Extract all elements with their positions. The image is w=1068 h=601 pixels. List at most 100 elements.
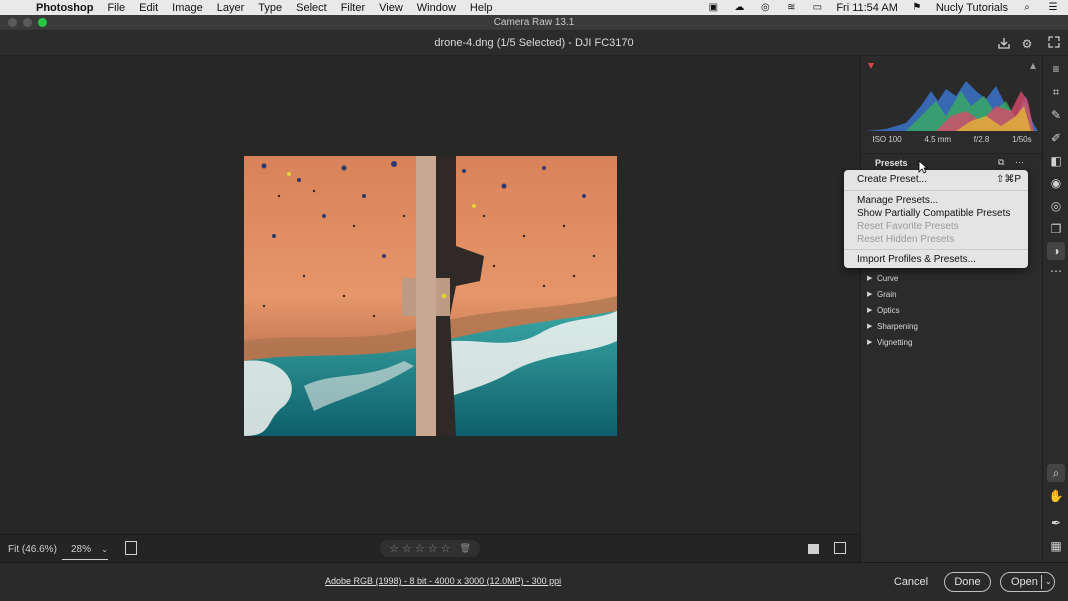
menu-file[interactable]: File [107,2,125,14]
presets-icon[interactable]: ◑ [1047,242,1065,260]
view-status-bar: Fit (46.6%) 28% ⌄ ☆ ☆ ☆ ☆ ☆ 🗑 [0,534,860,562]
photo-preview[interactable] [244,156,617,436]
camera-raw-header: drone-4.dng (1/5 Selected) - DJI FC3170 … [0,31,1068,56]
section-label: Optics [877,305,900,315]
menu-type[interactable]: Type [258,2,282,14]
trash-icon[interactable]: 🗑 [459,543,470,554]
expand-triangle-icon: ▶ [867,323,873,330]
menu-view[interactable]: View [379,2,403,14]
red-eye-icon[interactable]: ◎ [1047,197,1065,215]
chevron-down-icon[interactable]: ⌄ [1045,573,1052,591]
star-icon[interactable]: ☆ [428,542,438,555]
section-grain[interactable]: ▶ Grain [867,286,1037,302]
menu-item-reset-favorite-presets: Reset Favorite Presets [857,221,959,232]
menubar-clock[interactable]: Fri 11:54 AM [836,2,898,14]
menu-item-show-partially-compatible[interactable]: Show Partially Compatible Presets [857,208,1010,219]
exif-iso: ISO 100 [872,135,902,144]
creative-cloud-icon[interactable]: ◎ [758,2,772,13]
close-window-button[interactable] [8,18,17,27]
menu-filter[interactable]: Filter [341,2,365,14]
cancel-button[interactable]: Cancel [888,573,934,591]
fit-zoom-button[interactable]: Fit (46.6%) [8,544,57,555]
save-image-icon[interactable] [996,36,1012,52]
menu-app-name[interactable]: Photoshop [36,2,93,14]
menu-item-manage-presets[interactable]: Manage Presets... [857,195,938,206]
zoom-tool-icon[interactable]: ⌕ [1047,464,1065,482]
button-divider [1041,575,1042,589]
fullscreen-icon[interactable] [1046,36,1062,52]
window-title: Camera Raw 13.1 [493,17,575,28]
filmstrip-toggle-icon[interactable] [125,541,137,555]
expand-triangle-icon: ▶ [867,339,873,346]
more-tools-icon[interactable]: ⋯ [1047,262,1065,280]
flag-icon[interactable]: ⚑ [910,2,924,13]
zoom-level-dropdown[interactable]: 28% ⌄ [62,540,108,560]
workflow-options-link[interactable]: Adobe RGB (1998) - 8 bit - 4000 x 3000 (… [325,576,561,586]
crop-icon[interactable]: ⌗ [1047,83,1065,101]
tool-strip: ≡ ⌗ ✎ ✐ ◧ ◉ ◎ ❐ ◑ ⋯ ⌕ ✋ ✒ ▦ [1042,56,1068,562]
section-curve[interactable]: ▶ Curve [867,270,1037,286]
exif-aperture: f/2.8 [973,135,990,144]
exif-focal: 4.5 mm [924,135,952,144]
menu-item-create-preset[interactable]: Create Preset... [857,174,927,185]
graduated-filter-icon[interactable]: ◧ [1047,152,1065,170]
minimize-window-button[interactable] [23,18,32,27]
star-icon[interactable]: ☆ [402,542,412,555]
highlight-clipping-icon[interactable] [1030,63,1036,69]
before-after-single-icon[interactable] [808,544,819,554]
menu-item-import-profiles[interactable]: Import Profiles & Presets... [857,254,976,265]
airplay-icon[interactable]: ▭ [810,2,824,13]
presets-header: Presets ⧉ ⋯ [861,153,1043,171]
radial-filter-icon[interactable]: ◉ [1047,174,1065,192]
section-vignetting[interactable]: ▶ Vignetting [867,334,1037,350]
menu-help[interactable]: Help [470,2,493,14]
menubar-user[interactable]: Nucly Tutorials [936,2,1008,14]
open-button[interactable]: Open ⌄ [1000,572,1055,592]
mac-menu-bar: Photoshop File Edit Image Layer Type Sel… [0,0,1068,15]
star-icon[interactable]: ☆ [441,542,451,555]
edit-sections: ▶ Curve ▶ Grain ▶ Optics ▶ Sharpening ▶ Vigne… [867,270,1037,350]
adjustment-brush-icon[interactable]: ✐ [1047,129,1065,147]
cloud-icon[interactable]: ☁ [732,2,746,13]
more-options-icon[interactable]: ⋯ [1015,157,1024,168]
section-label: Grain [877,289,897,299]
section-label: Vignetting [877,337,913,347]
mouse-cursor-icon [918,160,928,174]
healing-brush-icon[interactable]: ✎ [1047,106,1065,124]
star-rating[interactable]: ☆ ☆ ☆ ☆ ☆ 🗑 [380,540,480,557]
exif-info: ISO 100 4.5 mm f/2.8 1/50s [861,135,1043,149]
chevron-down-icon: ⌄ [101,545,108,554]
section-label: Curve [877,273,899,283]
control-center-icon[interactable]: ☰ [1046,2,1060,13]
hand-tool-icon[interactable]: ✋ [1047,487,1065,505]
before-after-split-icon[interactable] [834,542,846,554]
done-button[interactable]: Done [944,572,991,592]
edit-panel: ISO 100 4.5 mm f/2.8 1/50s Presets ⧉ ⋯ ▶… [860,56,1043,562]
settings-gear-icon[interactable]: ⚙ [1019,36,1035,52]
zoom-window-button[interactable] [38,18,47,27]
grid-overlay-icon[interactable]: ▦ [1047,537,1065,555]
star-icon[interactable]: ☆ [415,542,425,555]
shadow-clipping-icon[interactable] [868,63,874,69]
menu-item-reset-hidden-presets: Reset Hidden Presets [857,234,955,245]
presets-title: Presets [875,158,908,168]
new-preset-icon[interactable]: ⧉ [998,157,1004,168]
snapshots-icon[interactable]: ❐ [1047,220,1065,238]
star-icon[interactable]: ☆ [389,542,399,555]
section-sharpening[interactable]: ▶ Sharpening [867,318,1037,334]
menu-layer[interactable]: Layer [217,2,245,14]
exif-shutter: 1/50s [1012,135,1032,144]
screen-record-icon[interactable]: ▣ [706,2,720,13]
document-filename: drone-4.dng (1/5 Selected) - DJI FC3170 [434,37,634,49]
wifi-icon[interactable]: ≋ [784,2,798,13]
menu-edit[interactable]: Edit [139,2,158,14]
menu-image[interactable]: Image [172,2,203,14]
eyedropper-icon[interactable]: ✒ [1047,514,1065,532]
spotlight-search-icon[interactable]: ⌕ [1020,2,1034,13]
menu-window[interactable]: Window [417,2,456,14]
image-canvas[interactable] [0,56,860,534]
menu-select[interactable]: Select [296,2,327,14]
edit-sliders-icon[interactable]: ≡ [1047,60,1065,78]
window-controls [8,18,47,27]
section-optics[interactable]: ▶ Optics [867,302,1037,318]
